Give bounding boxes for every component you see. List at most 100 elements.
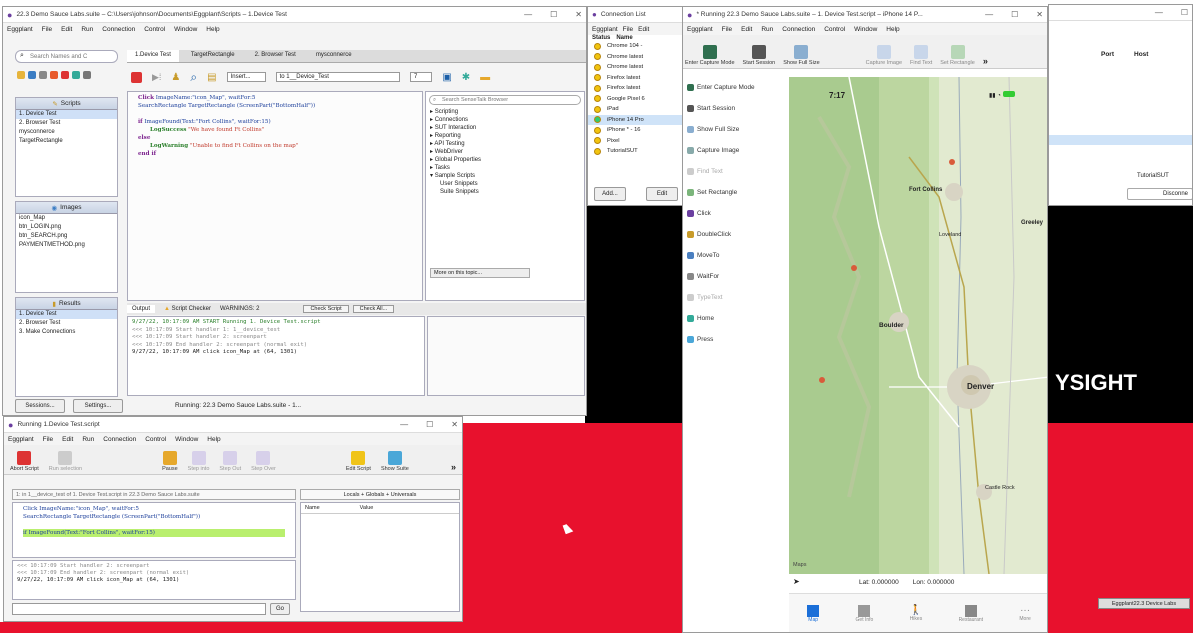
script-item[interactable]: 1. Device Test <box>16 110 117 119</box>
tab-device-test[interactable]: 1.Device Test <box>127 50 179 62</box>
menu-file[interactable]: File <box>722 26 732 33</box>
step-into-button[interactable]: Step into <box>188 451 209 472</box>
search-icon[interactable]: ⌕ <box>190 70 197 85</box>
tree-item[interactable]: ▾ Sample Scripts <box>430 172 584 180</box>
menu-run[interactable]: Run <box>82 436 94 443</box>
menu-window[interactable]: Window <box>174 26 197 33</box>
edit-connection-button[interactable]: Edit <box>646 187 678 201</box>
overflow-icon[interactable]: » <box>451 462 456 472</box>
map-view[interactable]: 7:17 ▮▮ ◔ Fort Collins Greeley Loveland … <box>789 77 1047 574</box>
result-item[interactable]: 2. Browser Test <box>16 319 117 328</box>
phone-screen[interactable]: 7:17 ▮▮ ◔ Fort Collins Greeley Loveland … <box>789 77 1047 632</box>
more-on-topic-button[interactable]: More on this topic... <box>430 268 530 278</box>
step-over-button[interactable]: Step Over <box>251 451 276 472</box>
connection-row[interactable]: TutorialSUT <box>588 146 686 157</box>
image-item[interactable]: btn_LOGIN.png <box>16 223 117 232</box>
footer-chip[interactable]: Eggplant22.3 Device Labs <box>1098 598 1190 609</box>
maximize-icon[interactable]: ☐ <box>1181 8 1188 17</box>
menu-control[interactable]: Control <box>144 26 165 33</box>
save-icon[interactable] <box>39 71 47 79</box>
side-typetext[interactable]: TypeText <box>683 287 787 308</box>
side-doubleclick[interactable]: DoubleClick <box>683 224 787 245</box>
menu-help[interactable]: Help <box>886 26 899 33</box>
connection-row[interactable]: iPad <box>588 104 686 115</box>
run-icon[interactable] <box>50 71 58 79</box>
show-full-size-button[interactable]: Show Full Size <box>783 45 820 66</box>
menu-help[interactable]: Help <box>206 26 219 33</box>
location-arrow-icon[interactable]: ➤ <box>793 577 800 586</box>
menu-edit[interactable]: Edit <box>638 26 649 33</box>
tab-hikes[interactable]: 🚶 Hikes <box>910 605 923 622</box>
tab-browser-test[interactable]: 2. Browser Test <box>247 50 304 62</box>
menu-eggplant[interactable]: Eggplant <box>687 26 713 33</box>
minimize-icon[interactable]: — <box>985 10 993 19</box>
script-item[interactable]: mysconnerce <box>16 128 117 137</box>
image-item[interactable]: PAYMENTMETHOD.png <box>16 241 117 250</box>
tree-item[interactable]: User Snippets <box>430 180 584 188</box>
sensetalk-search[interactable]: ⌕ Search SenseTalk Browser <box>429 95 581 105</box>
tab-output[interactable]: Output <box>127 305 156 313</box>
menu-eggplant[interactable]: Eggplant <box>8 436 34 443</box>
side-press[interactable]: Press <box>683 329 787 350</box>
script-editor[interactable]: Click ImageName:"icon_Map", waitFor:5 Se… <box>127 91 423 301</box>
line-number-field[interactable]: 7 <box>409 72 433 82</box>
side-home[interactable]: Home <box>683 308 787 329</box>
abort-script-button[interactable]: Abort Script <box>10 451 39 472</box>
side-show-full-size[interactable]: Show Full Size <box>683 119 787 140</box>
tab-script-checker[interactable]: ▲ Script Checker <box>159 305 216 313</box>
set-rectangle-button[interactable]: Set Rectangle <box>940 45 975 66</box>
connection-row[interactable]: iPhone 14 Pro <box>588 114 686 125</box>
menu-connection[interactable]: Connection <box>103 436 136 443</box>
new-icon[interactable] <box>17 71 25 79</box>
minimize-icon[interactable]: — <box>400 420 408 429</box>
menu-edit[interactable]: Edit <box>61 26 72 33</box>
side-set-rectangle[interactable]: Set Rectangle <box>683 182 787 203</box>
search-box[interactable]: ⌕ Search Names and C <box>15 50 118 63</box>
stop-button[interactable] <box>131 71 142 83</box>
side-enter-capture-mode[interactable]: Enter Capture Mode <box>683 77 787 98</box>
tab-mysconnerce[interactable]: mysconnerce <box>308 50 360 62</box>
menu-eggplant[interactable]: Eggplant <box>592 26 618 33</box>
maximize-icon[interactable]: ☐ <box>550 10 557 19</box>
overflow-icon[interactable]: » <box>983 56 988 66</box>
variables-scope-select[interactable]: Locals + Globals + Universals <box>300 489 460 500</box>
sessions-button[interactable]: Sessions... <box>15 399 65 413</box>
settings-button[interactable]: Settings... <box>73 399 123 413</box>
menu-control[interactable]: Control <box>145 436 166 443</box>
tree-item[interactable]: ▸ Scripting <box>430 108 584 116</box>
folder-icon[interactable]: ▬ <box>480 72 490 83</box>
tree-item[interactable]: ▸ WebDriver <box>430 148 584 156</box>
side-capture-image[interactable]: Capture Image <box>683 140 787 161</box>
tab-target-rectangle[interactable]: TargetRectangle <box>183 50 243 62</box>
menu-edit[interactable]: Edit <box>62 436 73 443</box>
enter-capture-mode-button[interactable]: Enter Capture Mode <box>685 45 735 66</box>
comment-icon[interactable]: ▤ <box>207 72 216 83</box>
tree-item[interactable]: Suite Snippets <box>430 188 584 196</box>
command-input[interactable] <box>12 603 266 615</box>
run-selection-icon[interactable]: ▶⁞ <box>152 72 161 83</box>
menu-window[interactable]: Window <box>175 436 198 443</box>
script-item[interactable]: TargetRectangle <box>16 137 117 146</box>
tab-get-info[interactable]: Get Info <box>856 604 873 623</box>
maximize-icon[interactable]: ☐ <box>426 420 433 429</box>
step-out-button[interactable]: Step Out <box>219 451 241 472</box>
menu-eggplant[interactable]: Eggplant <box>7 26 33 33</box>
close-icon[interactable]: ✕ <box>451 420 458 429</box>
tree-item[interactable]: ▸ Tasks <box>430 164 584 172</box>
menu-file[interactable]: File <box>43 436 53 443</box>
image-item[interactable]: icon_Map <box>16 214 117 223</box>
add-connection-button[interactable]: Add... <box>594 187 626 201</box>
connection-row[interactable]: Chrome latest <box>588 62 686 73</box>
menu-file[interactable]: File <box>42 26 52 33</box>
list-icon[interactable] <box>83 71 91 79</box>
connection-row[interactable]: Google Pixel 6 <box>588 94 686 105</box>
connection-row[interactable]: Chrome 104 - <box>588 41 686 52</box>
open-icon[interactable] <box>28 71 36 79</box>
tree-item[interactable]: ▸ Global Properties <box>430 156 584 164</box>
selected-row[interactable] <box>1049 135 1192 145</box>
find-text-button[interactable]: Find Text <box>910 45 932 66</box>
edit-script-button[interactable]: Edit Script <box>346 451 371 472</box>
menu-connection[interactable]: Connection <box>782 26 815 33</box>
connection-row[interactable]: Firefox latest <box>588 83 686 94</box>
check-all-button[interactable]: Check All... <box>352 305 395 313</box>
